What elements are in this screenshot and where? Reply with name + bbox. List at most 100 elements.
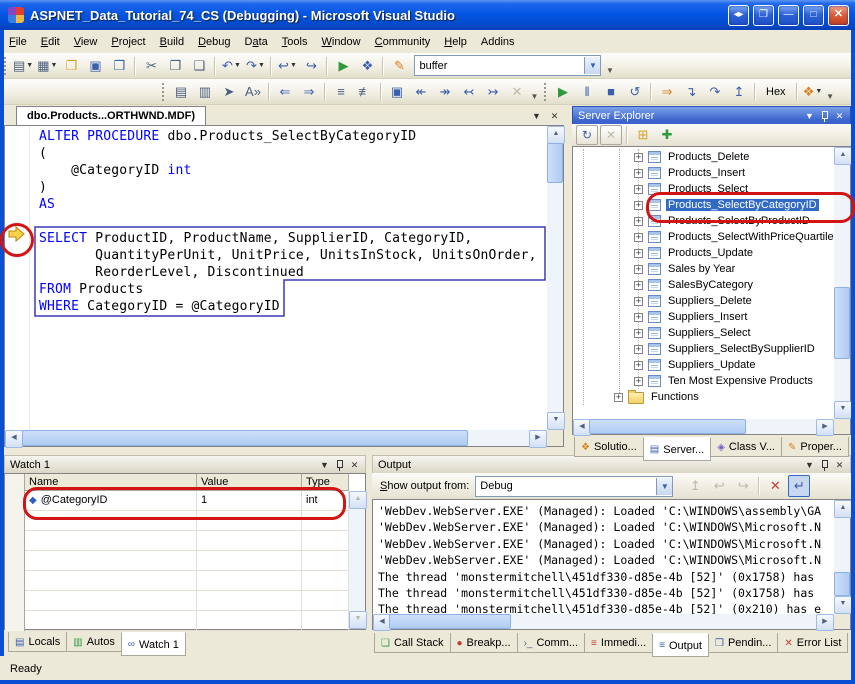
toolbar-grip[interactable] — [161, 83, 166, 101]
restart-icon[interactable]: ↺ — [624, 81, 646, 103]
editor-vertical-scrollbar[interactable]: ▲ ▼ — [547, 126, 563, 430]
step-out-icon[interactable]: ↥ — [728, 81, 750, 103]
empty-cell[interactable] — [302, 511, 349, 531]
code-line[interactable]: QuantityPerUnit, UnitPrice, UnitsInStock… — [39, 248, 547, 265]
uncomment-selection-icon[interactable]: ≢ — [354, 81, 376, 103]
tree-item-products-selectbyproductid[interactable]: +Products_SelectByProductID — [573, 213, 834, 229]
scroll-right-icon[interactable]: ▶ — [816, 419, 834, 436]
menu-file[interactable]: File — [2, 33, 34, 51]
paste-icon[interactable]: ❑ — [188, 55, 210, 77]
tab-error-list[interactable]: ✕Error List — [777, 633, 848, 653]
code-line[interactable]: AS — [39, 197, 547, 214]
empty-cell[interactable] — [197, 511, 302, 531]
dock-toggle-button[interactable]: ◂▸ — [728, 5, 749, 26]
word-completion-icon[interactable]: A» — [242, 81, 264, 103]
scroll-thumb[interactable] — [589, 419, 746, 434]
watch-empty-row[interactable] — [5, 511, 349, 531]
refresh-icon[interactable]: ↻ — [576, 125, 598, 145]
expander-plus-icon[interactable]: + — [634, 329, 643, 338]
expander-plus-icon[interactable]: + — [634, 233, 643, 242]
menu-addins[interactable]: Addins — [474, 33, 522, 51]
empty-cell[interactable] — [25, 611, 197, 631]
code-line[interactable]: SELECT ProductID, ProductName, SupplierI… — [39, 231, 547, 248]
maximize-button[interactable]: □ — [803, 5, 824, 26]
connect-to-server-icon[interactable]: ✚ — [656, 124, 678, 146]
empty-cell[interactable] — [197, 551, 302, 571]
scroll-thumb[interactable] — [22, 430, 468, 446]
server-explorer-tree[interactable]: +Products_Delete+Products_Insert+Product… — [573, 149, 834, 419]
menu-community[interactable]: Community — [368, 33, 438, 51]
server-explorer-title-bar[interactable]: Server Explorer ▼ ✕ — [572, 106, 851, 126]
menu-data[interactable]: Data — [238, 33, 275, 51]
tab-autos[interactable]: ▥Autos — [66, 632, 122, 652]
scroll-up-icon[interactable]: ▲ — [834, 147, 852, 165]
empty-cell[interactable] — [302, 551, 349, 571]
prev-bookmark-folder-icon[interactable]: ↢ — [458, 81, 480, 103]
comment-selection-icon[interactable]: ≡ — [330, 81, 352, 103]
tree-item-ten-most-expensive-products[interactable]: +Ten Most Expensive Products — [573, 373, 834, 389]
tree-item-products-selectwithpricequartile[interactable]: +Products_SelectWithPriceQuartile — [573, 229, 834, 245]
minimize-button[interactable]: — — [778, 5, 799, 26]
expander-plus-icon[interactable]: + — [634, 297, 643, 306]
scroll-down-icon[interactable]: ▼ — [834, 596, 852, 614]
toolbar-grip[interactable] — [543, 83, 548, 101]
expander-plus-icon[interactable]: + — [634, 249, 643, 258]
code-line[interactable]: ( — [39, 146, 547, 163]
watch-empty-row[interactable] — [5, 551, 349, 571]
chevron-down-icon[interactable]: ▼ — [815, 88, 822, 95]
empty-cell[interactable] — [25, 551, 197, 571]
clear-all-icon[interactable]: ✕ — [764, 475, 786, 497]
auto-hide-pin-icon[interactable] — [819, 110, 830, 123]
toolbar-overflow-icon[interactable]: ▼ — [604, 55, 615, 77]
menu-build[interactable]: Build — [153, 33, 191, 51]
window-position-chevron-icon[interactable]: ▼ — [318, 459, 331, 472]
watch-value-cell[interactable]: 1 — [197, 491, 302, 511]
scroll-thumb[interactable] — [389, 614, 511, 629]
break-all-icon[interactable]: ‖ — [576, 81, 598, 103]
empty-cell[interactable] — [25, 531, 197, 551]
menu-tools[interactable]: Tools — [275, 33, 315, 51]
tree-item-suppliers-selectbysupplierid[interactable]: +Suppliers_SelectBySupplierID — [573, 341, 834, 357]
tree-item-suppliers-select[interactable]: +Suppliers_Select — [573, 325, 834, 341]
start-debug-icon[interactable]: ▶ — [332, 55, 354, 77]
expander-plus-icon[interactable]: + — [634, 361, 643, 370]
next-bookmark-folder-icon[interactable]: ↣ — [482, 81, 504, 103]
save-all-icon[interactable]: ❒ — [108, 55, 130, 77]
step-over-icon[interactable]: ↷ — [704, 81, 726, 103]
decrease-indent-icon[interactable]: ⇐ — [274, 81, 296, 103]
chevron-down-icon[interactable]: ▼ — [258, 62, 265, 69]
tree-item-sales-by-year[interactable]: +Sales by Year — [573, 261, 834, 277]
parameter-info-icon[interactable]: ▥ — [194, 81, 216, 103]
code-line[interactable]: ) — [39, 180, 547, 197]
menu-help[interactable]: Help — [437, 33, 474, 51]
watch-empty-row[interactable] — [5, 531, 349, 551]
chevron-down-icon[interactable]: ▼ — [51, 62, 58, 69]
scroll-up-icon[interactable]: ▲ — [547, 126, 565, 144]
sql-code[interactable]: ALTER PROCEDURE dbo.Products_SelectByCat… — [30, 126, 547, 430]
tab-immedi[interactable]: ≡Immedi... — [584, 633, 653, 653]
word-wrap-icon[interactable]: ↵ — [788, 475, 810, 497]
menu-project[interactable]: Project — [104, 33, 152, 51]
scroll-thumb[interactable] — [547, 143, 563, 183]
scroll-thumb[interactable] — [834, 572, 850, 596]
hex-toggle-button[interactable]: Hex — [759, 83, 793, 101]
menu-edit[interactable]: Edit — [34, 33, 67, 51]
output-horizontal-scrollbar[interactable]: ◀ ▶ — [373, 614, 834, 629]
toolbar-overflow-icon[interactable]: ▼ — [529, 81, 540, 103]
column-header-type[interactable]: Type — [302, 474, 349, 491]
step-into-icon[interactable]: ↴ — [680, 81, 702, 103]
chevron-down-icon[interactable]: ▼ — [26, 62, 33, 69]
tree-item-salesbycategory[interactable]: +SalesByCategory — [573, 277, 834, 293]
navigate-forward-icon[interactable]: ↪ — [300, 55, 322, 77]
add-item-icon[interactable]: ▤▼ — [12, 55, 34, 77]
chevron-down-icon[interactable]: ▼ — [584, 57, 600, 74]
tree-item-products-delete[interactable]: +Products_Delete — [573, 149, 834, 165]
menu-debug[interactable]: Debug — [191, 33, 237, 51]
tab-proper[interactable]: ✎Proper... — [781, 437, 849, 457]
title-bar[interactable]: ASPNET_Data_Tutorial_74_CS (Debugging) -… — [0, 0, 855, 30]
output-vertical-scrollbar[interactable]: ▲ ▼ — [834, 500, 850, 614]
next-message-icon[interactable]: ↪ — [732, 475, 754, 497]
watch-vertical-scrollbar[interactable]: ▲ ▼ — [349, 491, 365, 629]
close-icon[interactable]: ✕ — [833, 110, 846, 123]
output-source-combobox[interactable]: Debug ▼ — [475, 476, 673, 497]
